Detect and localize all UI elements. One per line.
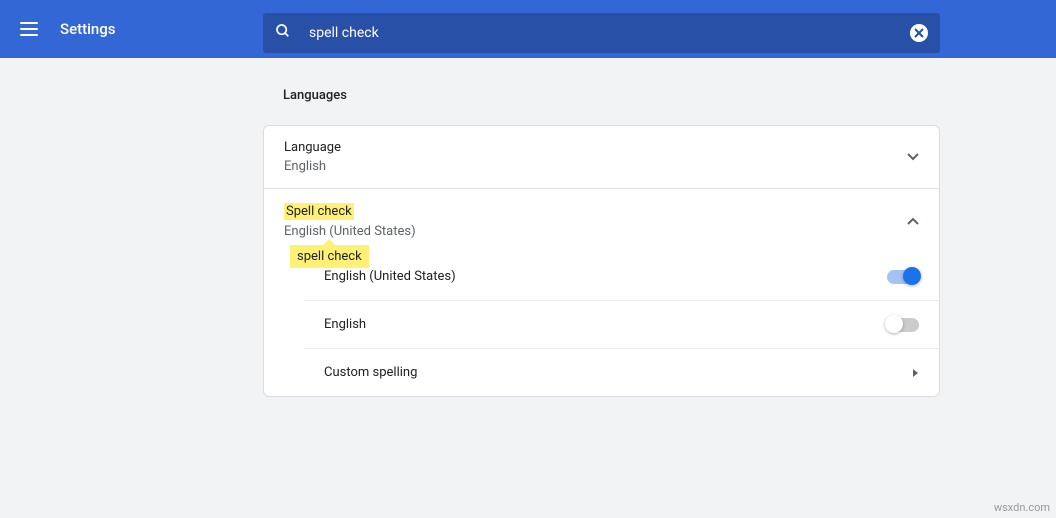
chevron-up-icon — [907, 217, 919, 225]
spellcheck-options: spell check English (United States) Engl… — [264, 253, 939, 396]
custom-spelling-row[interactable]: Custom spelling — [304, 349, 939, 396]
section-title: Languages — [263, 88, 940, 103]
spellcheck-value: English (United States) — [284, 224, 416, 239]
search-input[interactable] — [309, 25, 910, 41]
language-value: English — [284, 159, 341, 174]
language-row[interactable]: Language English — [264, 126, 939, 189]
item-label: English (United States) — [324, 269, 456, 284]
watermark: wsxdn.com — [994, 501, 1050, 514]
clear-search-icon[interactable] — [910, 24, 928, 42]
search-icon — [275, 23, 291, 43]
spellcheck-item-en: English — [304, 301, 939, 349]
menu-icon[interactable] — [20, 22, 38, 36]
spellcheck-row[interactable]: Spell check English (United States) — [264, 189, 939, 253]
app-title: Settings — [60, 20, 116, 38]
spellcheck-item-en-us: spell check English (United States) — [304, 253, 939, 301]
item-label: Custom spelling — [324, 365, 417, 380]
chevron-down-icon — [907, 153, 919, 161]
search-match-tooltip: spell check — [290, 245, 369, 268]
spellcheck-label: Spell check — [284, 203, 416, 220]
arrow-right-icon — [912, 368, 919, 378]
languages-card: Language English Spell check English (Un… — [263, 125, 940, 397]
search-bar[interactable] — [263, 13, 940, 53]
toggle-en[interactable] — [887, 318, 919, 332]
item-label: English — [324, 317, 366, 332]
toggle-en-us[interactable] — [887, 270, 919, 284]
main-content: Languages Language English Spell check E… — [263, 58, 940, 397]
language-label: Language — [284, 140, 341, 155]
